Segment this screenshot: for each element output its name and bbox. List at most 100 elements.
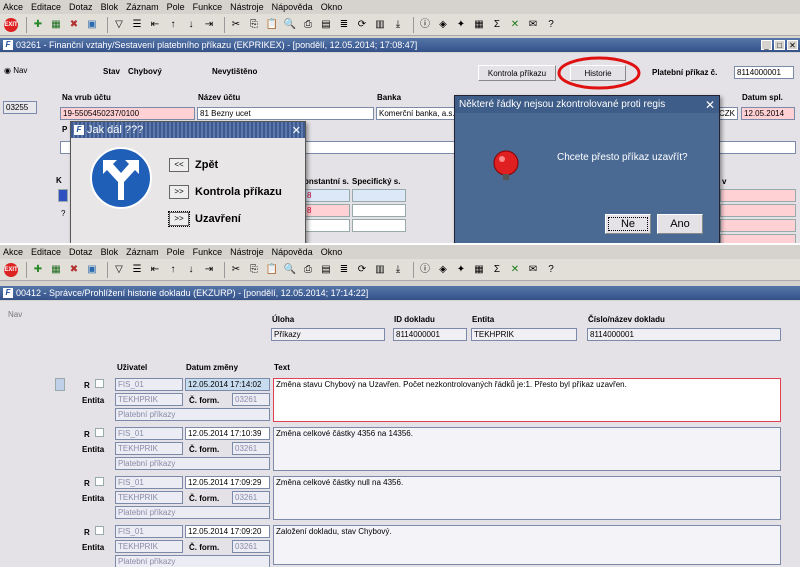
help-icon[interactable]: ?: [544, 18, 558, 32]
uzavreni-button[interactable]: >>: [168, 211, 190, 227]
export-icon[interactable]: ⤓: [391, 18, 405, 32]
menu-blok[interactable]: Blok: [101, 2, 119, 12]
menu-pole[interactable]: Pole: [167, 247, 185, 257]
menu-okno[interactable]: Okno: [321, 2, 343, 12]
ne-button[interactable]: Ne: [605, 214, 651, 234]
r-checkbox[interactable]: [95, 379, 104, 388]
search-icon[interactable]: 🔍: [283, 18, 297, 32]
cform-field[interactable]: 03261: [232, 491, 270, 504]
excel-icon[interactable]: ✕: [508, 263, 522, 277]
first-record-icon[interactable]: ⇤: [148, 18, 162, 32]
cislo-field[interactable]: 8114000001: [587, 328, 781, 341]
entity-field[interactable]: TEKHPRIK: [115, 442, 183, 455]
maximize-icon[interactable]: □: [774, 40, 785, 50]
menu-napoveda[interactable]: Nápověda: [272, 247, 313, 257]
print-icon[interactable]: ⎙: [301, 263, 315, 277]
menu-akce[interactable]: Akce: [3, 247, 23, 257]
nazev-uctu-field[interactable]: 81 Bezny ucet: [197, 107, 374, 120]
datum-zmeny-field[interactable]: 12.05.2014 17:09:29: [185, 476, 270, 489]
ano-button[interactable]: Ano: [657, 214, 703, 234]
menu-editace[interactable]: Editace: [31, 247, 61, 257]
new-record-icon[interactable]: ✚: [31, 263, 45, 277]
menu-akce[interactable]: Akce: [3, 2, 23, 12]
page-icon[interactable]: ▤: [319, 263, 333, 277]
row-selector[interactable]: [55, 378, 65, 391]
table-cell[interactable]: [304, 219, 350, 232]
entity-field[interactable]: TEKHPRIK: [115, 491, 183, 504]
save-icon[interactable]: ▣: [85, 263, 99, 277]
r-checkbox[interactable]: [95, 428, 104, 437]
menu-zaznam[interactable]: Záznam: [126, 247, 159, 257]
menu-okno[interactable]: Okno: [321, 247, 343, 257]
table-cell[interactable]: [720, 234, 796, 243]
filter-icon[interactable]: ▽: [112, 263, 126, 277]
close-icon[interactable]: ✕: [787, 40, 798, 50]
last-record-icon[interactable]: ⇥: [202, 263, 216, 277]
cut-icon[interactable]: ✂: [229, 18, 243, 32]
delete-icon[interactable]: ✖: [67, 18, 81, 32]
exit-icon[interactable]: EXIT: [4, 17, 18, 32]
uloha-field[interactable]: Příkazy: [271, 328, 385, 341]
menu-funkce[interactable]: Funkce: [193, 2, 223, 12]
datum-spl-field[interactable]: 12.05.2014: [741, 107, 795, 120]
menu-dotaz[interactable]: Dotaz: [69, 2, 93, 12]
help-icon[interactable]: ?: [544, 263, 558, 277]
row-selector[interactable]: [58, 189, 68, 202]
name-field[interactable]: Platební příkazy: [115, 506, 270, 519]
filter-icon[interactable]: ▽: [112, 18, 126, 32]
datum-zmeny-field[interactable]: 12.05.2014 17:09:20: [185, 525, 270, 538]
close-icon[interactable]: ✕: [705, 98, 715, 112]
print-icon[interactable]: ⎙: [301, 18, 315, 32]
table-cell[interactable]: [352, 189, 406, 202]
menu-nastroje[interactable]: Nástroje: [230, 247, 264, 257]
na-vrub-field[interactable]: 19-5505450237/0100: [60, 107, 195, 120]
grid-icon[interactable]: ▥: [373, 18, 387, 32]
table-cell[interactable]: [720, 189, 796, 202]
r-checkbox[interactable]: [95, 477, 104, 486]
refresh-icon[interactable]: ⟳: [355, 263, 369, 277]
table-cell[interactable]: [720, 204, 796, 217]
menu-dotaz[interactable]: Dotaz: [69, 247, 93, 257]
zpet-button[interactable]: <<: [169, 158, 189, 172]
kontrola-prikazu-button[interactable]: Kontrola příkazu: [478, 65, 556, 81]
text-field[interactable]: Změna celkové částky null na 4356.: [273, 476, 781, 520]
id-dokladu-field[interactable]: 8114000001: [393, 328, 467, 341]
up-icon[interactable]: ↑: [166, 263, 180, 277]
star-icon[interactable]: ✦: [454, 263, 468, 277]
export-icon[interactable]: ⤓: [391, 263, 405, 277]
paste-icon[interactable]: 📋: [265, 18, 279, 32]
menu-pole[interactable]: Pole: [167, 2, 185, 12]
refresh-icon[interactable]: ⟳: [355, 18, 369, 32]
cform-field[interactable]: 03261: [232, 393, 270, 406]
table-icon[interactable]: ▦: [472, 263, 486, 277]
platebni-prikaz-field[interactable]: 8114000001: [734, 66, 794, 79]
insert-icon[interactable]: ▦: [49, 18, 63, 32]
sum-icon[interactable]: Σ: [490, 263, 504, 277]
uzivatel-field[interactable]: FIS_01: [115, 525, 183, 538]
search-icon[interactable]: 🔍: [283, 263, 297, 277]
cube-icon[interactable]: ◈: [436, 18, 450, 32]
text-field[interactable]: Změna stavu Chybový na Uzavřen. Počet ne…: [273, 378, 781, 422]
menu-funkce[interactable]: Funkce: [193, 247, 223, 257]
table-cell[interactable]: [352, 204, 406, 217]
sum-icon[interactable]: Σ: [490, 18, 504, 32]
cube-icon[interactable]: ◈: [436, 263, 450, 277]
down-icon[interactable]: ↓: [184, 263, 198, 277]
menu-nastroje[interactable]: Nástroje: [230, 2, 264, 12]
mail-icon[interactable]: ✉: [526, 18, 540, 32]
name-field[interactable]: Platební příkazy: [115, 555, 270, 567]
r-checkbox[interactable]: [95, 526, 104, 535]
table-cell[interactable]: 8: [304, 189, 350, 202]
grid-icon[interactable]: ▥: [373, 263, 387, 277]
kontrola-button[interactable]: >>: [169, 185, 189, 199]
close-icon[interactable]: ✕: [292, 124, 301, 137]
info-icon[interactable]: ⓘ: [418, 18, 432, 32]
delete-icon[interactable]: ✖: [67, 263, 81, 277]
table-icon[interactable]: ▦: [472, 18, 486, 32]
text-field[interactable]: Založení dokladu, stav Chybový.: [273, 525, 781, 565]
star-icon[interactable]: ✦: [454, 18, 468, 32]
banka-field[interactable]: Komerční banka, a.s.: [376, 107, 458, 120]
copy-icon[interactable]: ⎘: [247, 18, 261, 32]
entity-field[interactable]: TEKHPRIK: [115, 540, 183, 553]
uzivatel-field[interactable]: FIS_01: [115, 378, 183, 391]
